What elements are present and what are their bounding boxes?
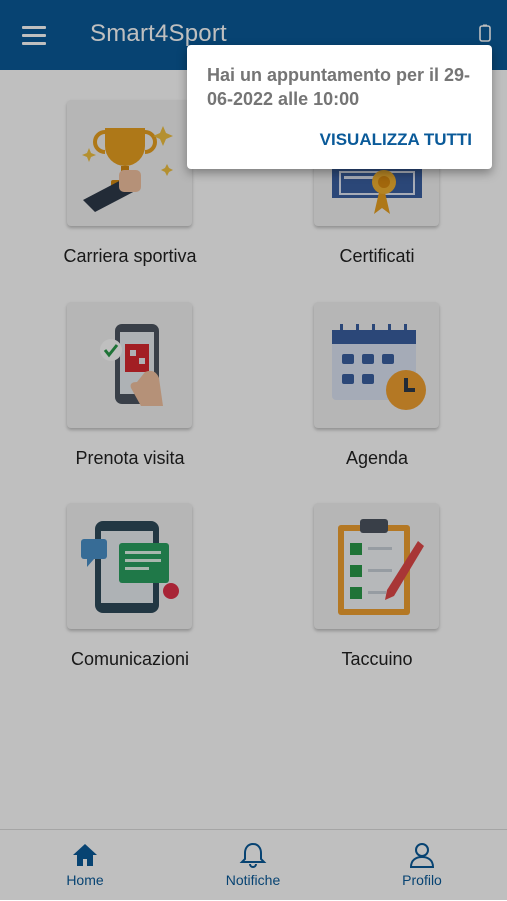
user-icon (409, 843, 435, 868)
nav-profilo[interactable]: Profilo (362, 840, 482, 888)
tile-label: Comunicazioni (70, 649, 190, 669)
app-screen: Smart4Sport Carriera sportiva Certificat… (0, 0, 507, 901)
popup-message: Hai un appuntamento per il 29-06-2022 al… (207, 65, 471, 109)
tile-image (67, 302, 192, 428)
tile-label: Taccuino (341, 649, 413, 669)
feature-grid: Carriera sportiva Certificati Prenota vi… (0, 70, 507, 830)
bottom-navigation: Home Notifiche Profilo (0, 829, 507, 901)
tile-image (314, 503, 439, 629)
view-all-button[interactable]: VISUALIZZA TUTTI (320, 130, 472, 150)
tile-label: Certificati (339, 246, 415, 266)
tile-image (314, 302, 439, 428)
nav-home[interactable]: Home (25, 840, 145, 888)
booking-phone-icon (99, 324, 163, 406)
app-title: Smart4Sport (90, 20, 227, 47)
nav-notifiche[interactable]: Notifiche (193, 840, 313, 888)
nav-profilo-label: Profilo (402, 872, 442, 888)
calendar-clock-icon (331, 324, 426, 410)
trophy-icon (81, 126, 173, 212)
clipboard-checklist-icon (337, 519, 424, 615)
nav-home-label: Home (66, 872, 104, 888)
tile-label: Carriera sportiva (63, 246, 197, 266)
device-icon[interactable] (479, 24, 491, 42)
tile-image (67, 503, 192, 629)
tile-label: Agenda (345, 448, 409, 468)
tile-label: Prenota visita (75, 448, 185, 468)
messages-phone-icon (80, 521, 179, 613)
home-icon (73, 844, 97, 866)
bell-icon (239, 842, 267, 868)
appointment-popup: Hai un appuntamento per il 29-06-2022 al… (187, 45, 492, 169)
nav-notifiche-label: Notifiche (225, 872, 281, 888)
tile-image (67, 100, 192, 226)
hamburger-menu-icon[interactable] (22, 24, 48, 46)
